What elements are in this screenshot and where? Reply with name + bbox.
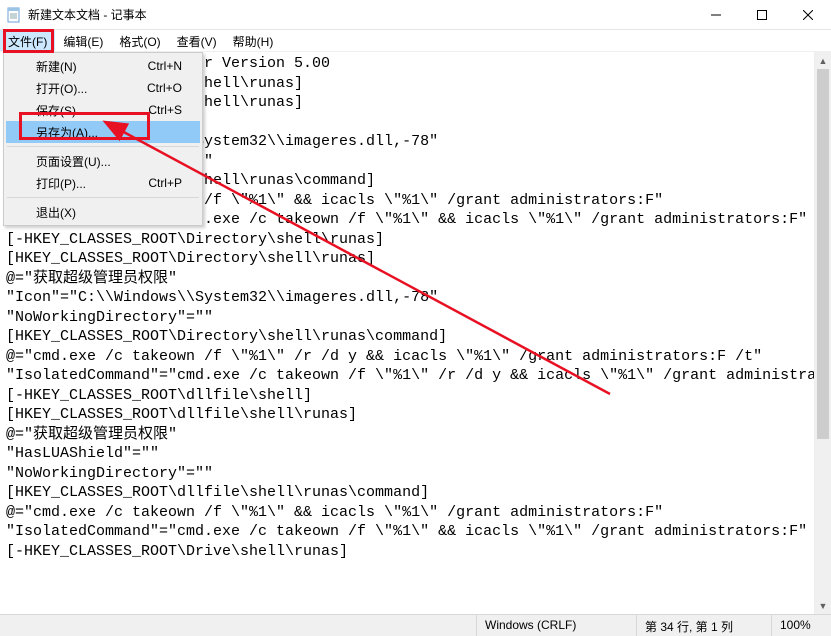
- menu-item-exit[interactable]: 退出(X): [6, 201, 200, 223]
- menu-item-print[interactable]: 打印(P)... Ctrl+P: [6, 172, 200, 194]
- menu-help[interactable]: 帮助(H): [225, 30, 282, 51]
- menu-item-accel: Ctrl+P: [148, 176, 182, 190]
- titlebar: 新建文本文档 - 记事本: [0, 0, 831, 30]
- scroll-down-arrow-icon[interactable]: ▼: [815, 597, 831, 614]
- status-line-ending: Windows (CRLF): [476, 615, 636, 636]
- minimize-button[interactable]: [693, 0, 739, 29]
- menu-item-save-as[interactable]: 另存为(A)...: [6, 121, 200, 143]
- menu-item-label: 打印(P)...: [36, 175, 148, 192]
- menu-edit[interactable]: 编辑(E): [55, 30, 111, 51]
- menu-item-accel: Ctrl+S: [148, 103, 182, 117]
- menu-item-page-setup[interactable]: 页面设置(U)...: [6, 150, 200, 172]
- menu-item-label: 退出(X): [36, 204, 182, 221]
- vertical-scrollbar[interactable]: ▲ ▼: [814, 52, 831, 614]
- menu-view[interactable]: 查看(V): [169, 30, 225, 51]
- status-spacer: [0, 615, 476, 636]
- maximize-button[interactable]: [739, 0, 785, 29]
- scroll-track[interactable]: [815, 69, 831, 597]
- menu-item-label: 打开(O)...: [36, 80, 147, 97]
- menu-item-save[interactable]: 保存(S) Ctrl+S: [6, 99, 200, 121]
- menu-item-open[interactable]: 打开(O)... Ctrl+O: [6, 77, 200, 99]
- menu-file[interactable]: 文件(F): [0, 30, 55, 51]
- status-bar: Windows (CRLF) 第 34 行, 第 1 列 100%: [0, 614, 831, 636]
- close-button[interactable]: [785, 0, 831, 29]
- menu-separator: [7, 146, 199, 147]
- window-title: 新建文本文档 - 记事本: [28, 6, 693, 23]
- status-cursor-pos: 第 34 行, 第 1 列: [636, 615, 771, 636]
- menu-item-label: 新建(N): [36, 58, 148, 75]
- menu-separator: [7, 197, 199, 198]
- menubar: 文件(F) 编辑(E) 格式(O) 查看(V) 帮助(H): [0, 30, 831, 52]
- scroll-thumb[interactable]: [817, 69, 829, 439]
- menu-format[interactable]: 格式(O): [111, 30, 168, 51]
- menu-item-new[interactable]: 新建(N) Ctrl+N: [6, 55, 200, 77]
- status-zoom: 100%: [771, 615, 831, 636]
- notepad-icon: [6, 7, 22, 23]
- menu-item-label: 页面设置(U)...: [36, 153, 182, 170]
- menu-item-accel: Ctrl+O: [147, 81, 182, 95]
- menu-item-label: 保存(S): [36, 102, 148, 119]
- menu-item-accel: Ctrl+N: [148, 59, 182, 73]
- scroll-up-arrow-icon[interactable]: ▲: [815, 52, 831, 69]
- file-dropdown-menu: 新建(N) Ctrl+N 打开(O)... Ctrl+O 保存(S) Ctrl+…: [3, 52, 203, 226]
- menu-item-label: 另存为(A)...: [36, 124, 182, 141]
- window-controls: [693, 0, 831, 29]
